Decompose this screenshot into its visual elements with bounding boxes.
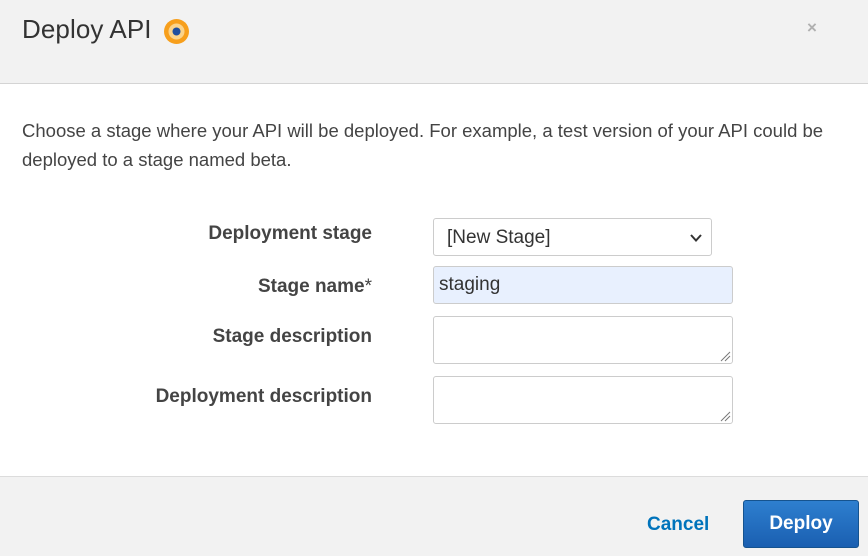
deployment-stage-value: [New Stage] [447, 227, 551, 248]
stage-description-label: Stage description [212, 326, 372, 347]
stage-name-label: Stage name* [258, 276, 372, 298]
cancel-button[interactable]: Cancel [647, 514, 709, 536]
deployment-description-textarea[interactable] [433, 376, 733, 424]
dialog-title: Deploy API [22, 14, 152, 44]
stage-name-value: staging [439, 274, 501, 295]
required-mark: * [364, 276, 372, 297]
resize-grip-icon[interactable] [719, 350, 731, 362]
dialog-description: Choose a stage where your API will be de… [22, 120, 824, 170]
close-icon[interactable]: × [807, 18, 817, 38]
deploy-button[interactable]: Deploy [743, 500, 859, 548]
stage-name-input[interactable]: staging [433, 266, 733, 304]
info-circle-icon[interactable] [163, 18, 190, 45]
dialog-header: Deploy API × [0, 0, 868, 84]
resize-grip-icon[interactable] [719, 410, 731, 422]
dialog-footer: Cancel Deploy [0, 476, 868, 556]
stage-description-textarea[interactable] [433, 316, 733, 364]
stage-name-label-text: Stage name [257, 276, 365, 297]
deployment-stage-select[interactable]: [New Stage] [433, 218, 712, 256]
deployment-description-label: Deployment description [155, 386, 372, 407]
chevron-down-icon [690, 234, 702, 242]
deployment-stage-label: Deployment stage [208, 223, 372, 244]
